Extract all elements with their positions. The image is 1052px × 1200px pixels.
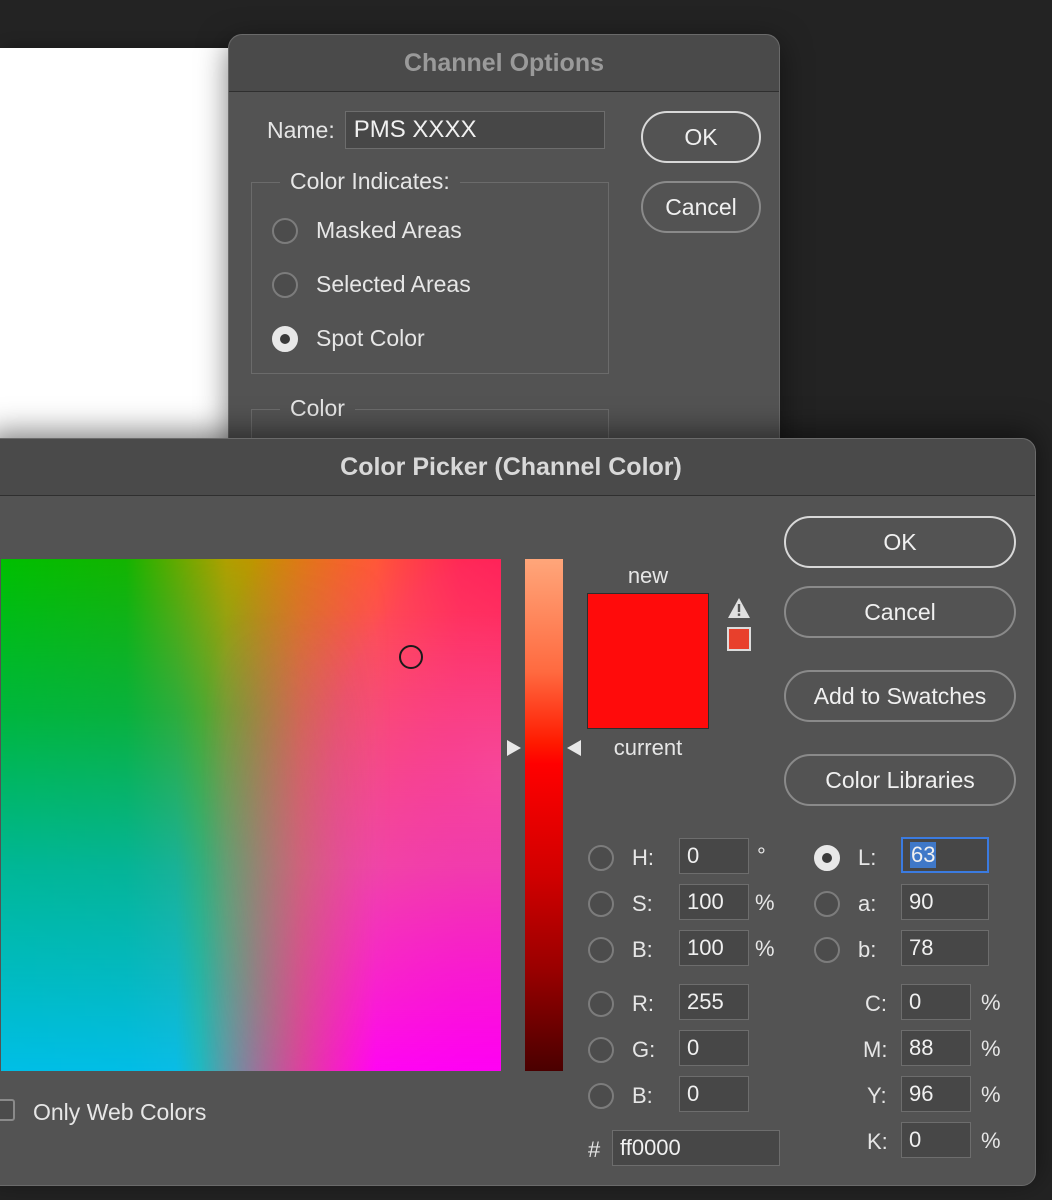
h-radio[interactable]: [588, 845, 614, 871]
slider-right-arrow-icon[interactable]: [567, 740, 581, 756]
a-input[interactable]: 90: [901, 884, 989, 920]
g-input[interactable]: 0: [679, 1030, 749, 1066]
l-radio-wrap[interactable]: [814, 845, 840, 871]
selected-areas-radio[interactable]: [272, 271, 298, 298]
blue-input[interactable]: 0: [679, 1076, 749, 1112]
option-masked-areas[interactable]: Masked Areas: [272, 217, 462, 244]
a-label: a:: [858, 891, 877, 916]
c-unit: %: [981, 990, 1001, 1015]
slider-left-arrow-icon[interactable]: [507, 740, 521, 756]
g-radio[interactable]: [588, 1037, 614, 1063]
color-libraries-button[interactable]: Color Libraries: [784, 754, 1016, 806]
picker-cancel-button[interactable]: Cancel: [784, 586, 1016, 638]
color-field[interactable]: [1, 559, 501, 1071]
r-input[interactable]: 255: [679, 984, 749, 1020]
new-label: new: [627, 563, 669, 588]
l-input-value: 63: [910, 842, 937, 868]
option-selected-areas[interactable]: Selected Areas: [272, 271, 471, 298]
lab-b-radio-wrap[interactable]: [814, 937, 840, 963]
screen: Channel Options Name: PMS XXXX OK Cancel…: [0, 0, 1052, 1200]
masked-areas-label: Masked Areas: [316, 217, 462, 243]
gamut-warning-icon[interactable]: [727, 597, 751, 619]
y-unit: %: [981, 1082, 1001, 1107]
m-unit: %: [981, 1036, 1001, 1061]
lab-b-input[interactable]: 78: [901, 930, 989, 966]
current-color-swatch[interactable]: [587, 661, 709, 729]
r-label: R:: [632, 991, 654, 1016]
channel-options-dialog: Channel Options Name: PMS XXXX OK Cancel…: [228, 34, 780, 469]
lab-b-radio[interactable]: [814, 937, 840, 963]
channel-options-title: Channel Options: [229, 35, 779, 92]
c-label: C:: [865, 991, 887, 1016]
only-web-colors-checkbox[interactable]: [0, 1099, 15, 1121]
g-label: G:: [632, 1037, 656, 1062]
name-row: Name: PMS XXXX: [267, 111, 605, 149]
picker-ok-button[interactable]: OK: [784, 516, 1016, 568]
l-radio[interactable]: [814, 845, 840, 871]
b-radio[interactable]: [588, 937, 614, 963]
l-label: L:: [858, 845, 877, 870]
color-indicates-group: Color Indicates: Masked Areas Selected A…: [251, 168, 609, 374]
s-label: S:: [632, 891, 653, 916]
r-radio-wrap[interactable]: [588, 991, 614, 1017]
lab-b-label: b:: [858, 937, 877, 962]
b-label: B:: [632, 937, 653, 962]
blue-radio-wrap[interactable]: [588, 1083, 614, 1109]
b-unit: %: [755, 936, 775, 961]
option-spot-color[interactable]: Spot Color: [272, 325, 425, 352]
current-label: current: [613, 735, 683, 760]
color-picker-dialog: Color Picker (Channel Color) new current…: [0, 438, 1036, 1186]
blue-label: B:: [632, 1083, 653, 1108]
h-label: H:: [632, 845, 654, 870]
a-radio-wrap[interactable]: [814, 891, 840, 917]
gamut-color-swatch[interactable]: [727, 627, 751, 651]
add-to-swatches-button[interactable]: Add to Swatches: [784, 670, 1016, 722]
b-radio-wrap[interactable]: [588, 937, 614, 963]
color-group-label: Color: [280, 395, 355, 422]
hex-input[interactable]: ff0000: [612, 1130, 780, 1166]
masked-areas-radio[interactable]: [272, 217, 298, 244]
k-input[interactable]: 0: [901, 1122, 971, 1158]
color-indicates-label: Color Indicates:: [280, 168, 460, 195]
color-picker-title: Color Picker (Channel Color): [0, 439, 1035, 496]
a-radio[interactable]: [814, 891, 840, 917]
k-unit: %: [981, 1128, 1001, 1153]
spot-color-label: Spot Color: [316, 325, 425, 351]
y-input[interactable]: 96: [901, 1076, 971, 1112]
selected-areas-label: Selected Areas: [316, 271, 471, 297]
y-label: Y:: [867, 1083, 887, 1108]
spot-color-radio[interactable]: [272, 325, 298, 352]
s-input[interactable]: 100: [679, 884, 749, 920]
r-radio[interactable]: [588, 991, 614, 1017]
color-slider[interactable]: [525, 559, 563, 1071]
channel-ok-button[interactable]: OK: [641, 111, 761, 163]
s-radio[interactable]: [588, 891, 614, 917]
s-radio-wrap[interactable]: [588, 891, 614, 917]
k-label: K:: [867, 1129, 888, 1154]
b-input[interactable]: 100: [679, 930, 749, 966]
g-radio-wrap[interactable]: [588, 1037, 614, 1063]
color-field-magenta-layer: [1, 559, 501, 1071]
m-label: M:: [863, 1037, 888, 1062]
color-field-marker[interactable]: [399, 645, 423, 669]
document-canvas: [0, 48, 232, 440]
blue-radio[interactable]: [588, 1083, 614, 1109]
l-input[interactable]: 63: [901, 837, 989, 873]
s-unit: %: [755, 890, 775, 915]
c-input[interactable]: 0: [901, 984, 971, 1020]
hex-label: #: [588, 1137, 601, 1162]
name-input[interactable]: PMS XXXX: [344, 111, 605, 149]
m-input[interactable]: 88: [901, 1030, 971, 1066]
only-web-colors-label: Only Web Colors: [33, 1099, 207, 1125]
h-unit: °: [757, 843, 766, 868]
new-color-swatch: [587, 593, 709, 661]
channel-cancel-button[interactable]: Cancel: [641, 181, 761, 233]
h-input[interactable]: 0: [679, 838, 749, 874]
name-label: Name:: [267, 116, 335, 143]
h-radio-wrap[interactable]: [588, 845, 614, 871]
